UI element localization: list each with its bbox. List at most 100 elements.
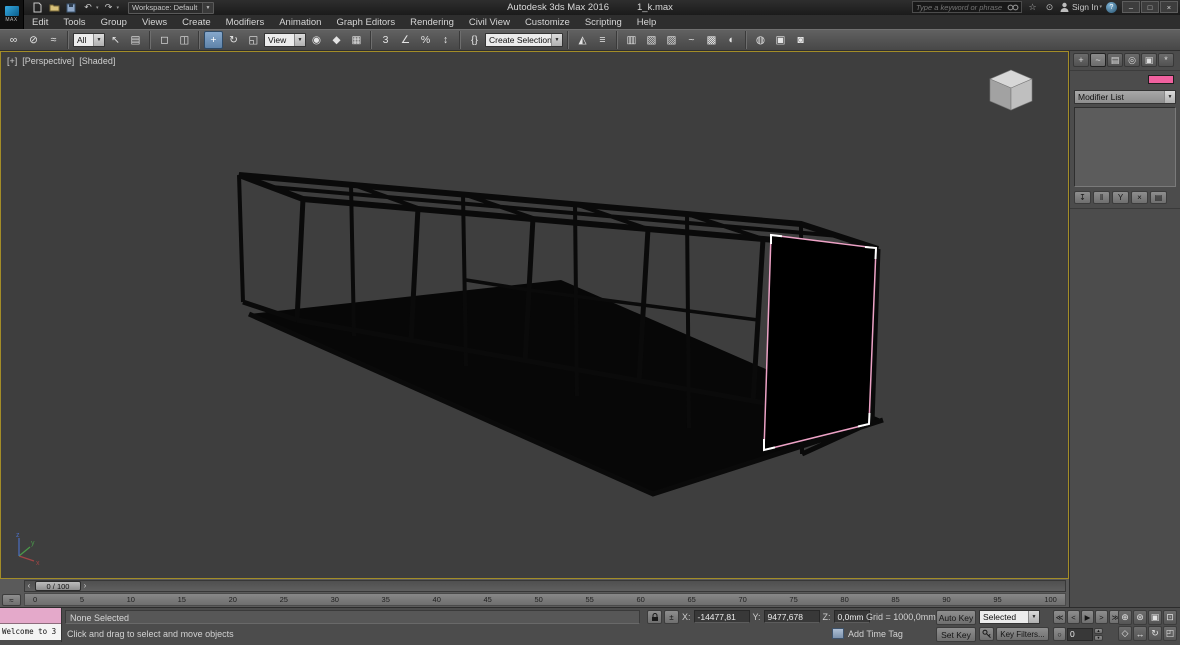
listener-pane[interactable]: Welcome to 3 bbox=[0, 624, 61, 640]
mirror-button[interactable]: ◭ bbox=[573, 31, 592, 49]
align-button[interactable]: ≡ bbox=[593, 31, 612, 49]
redo-dropdown-arrow[interactable]: ▾ bbox=[117, 5, 120, 11]
viewport-menu-pov[interactable]: [Perspective] bbox=[22, 56, 74, 66]
utilities-tab[interactable]: * bbox=[1158, 53, 1174, 67]
menu-customize[interactable]: Customize bbox=[525, 17, 570, 28]
maxscript-mini-listener[interactable]: Welcome to 3 bbox=[0, 608, 62, 642]
rendered-frame-window-button[interactable]: ▣ bbox=[771, 31, 790, 49]
macro-recorder-pane[interactable] bbox=[0, 608, 61, 624]
time-slider-prev-arrow[interactable]: ‹ bbox=[25, 581, 33, 591]
set-key-button[interactable]: Set Key bbox=[936, 627, 976, 642]
snaps-toggle-3d-button[interactable]: 3 bbox=[376, 31, 395, 49]
viewport-menu-shading[interactable]: [Shaded] bbox=[79, 56, 115, 66]
modify-tab[interactable]: ~ bbox=[1090, 53, 1106, 67]
select-and-link-button[interactable]: ∞ bbox=[4, 31, 23, 49]
menu-graph-editors[interactable]: Graph Editors bbox=[336, 17, 395, 28]
menu-views[interactable]: Views bbox=[142, 17, 167, 28]
maximize-button[interactable]: □ bbox=[1141, 1, 1159, 13]
menu-group[interactable]: Group bbox=[101, 17, 127, 28]
undo-button[interactable]: ↶ bbox=[81, 2, 95, 14]
x-coordinate-field[interactable]: -14477,81 bbox=[693, 610, 750, 623]
time-slider-track[interactable]: ‹ 0 / 100 › bbox=[24, 580, 1066, 592]
pin-stack-button[interactable]: ↧ bbox=[1074, 191, 1091, 204]
menu-create[interactable]: Create bbox=[182, 17, 211, 28]
render-production-button[interactable]: ◙ bbox=[791, 31, 810, 49]
frame-spinner-down[interactable]: ▼ bbox=[1094, 634, 1103, 641]
minimize-button[interactable]: – bbox=[1122, 1, 1140, 13]
field-of-view-button[interactable]: ◇ bbox=[1118, 626, 1132, 641]
set-key-mode-button[interactable] bbox=[979, 627, 994, 641]
select-and-move-button[interactable]: + bbox=[204, 31, 223, 49]
undo-dropdown-arrow[interactable]: ▾ bbox=[96, 5, 99, 11]
toggle-scene-explorer-button[interactable]: ▥ bbox=[622, 31, 641, 49]
open-mini-curve-editor-button[interactable]: ≈ bbox=[2, 594, 21, 606]
go-to-start-button[interactable]: ≪ bbox=[1053, 610, 1066, 624]
sign-in-button[interactable]: Sign In ▾ bbox=[1060, 2, 1102, 12]
current-frame-field[interactable] bbox=[1067, 627, 1093, 641]
select-and-manipulate-button[interactable]: ◆ bbox=[327, 31, 346, 49]
zoom-button[interactable]: ⊕ bbox=[1118, 610, 1132, 625]
time-slider-next-arrow[interactable]: › bbox=[81, 581, 89, 591]
selection-set-dropdown[interactable]: Selected ▼ bbox=[979, 610, 1040, 624]
zoom-all-button[interactable]: ⊛ bbox=[1133, 610, 1147, 625]
time-slider-handle[interactable]: 0 / 100 bbox=[35, 581, 81, 591]
remove-modifier-button[interactable]: × bbox=[1131, 191, 1148, 204]
reference-coordinate-system-dropdown[interactable]: View ▼ bbox=[264, 33, 306, 47]
maximize-viewport-toggle-button[interactable]: ◰ bbox=[1163, 626, 1177, 641]
next-frame-button[interactable]: > bbox=[1095, 610, 1108, 624]
z-coordinate-field[interactable]: 0,0mm bbox=[833, 610, 870, 623]
menu-scripting[interactable]: Scripting bbox=[585, 17, 622, 28]
show-end-result-button[interactable]: ‖ bbox=[1093, 191, 1110, 204]
y-coordinate-field[interactable]: 9477,678 bbox=[763, 610, 820, 623]
hierarchy-tab[interactable]: ▤ bbox=[1107, 53, 1123, 67]
add-time-tag[interactable]: Add Time Tag bbox=[832, 628, 903, 639]
select-and-rotate-button[interactable]: ↻ bbox=[224, 31, 243, 49]
menu-animation[interactable]: Animation bbox=[279, 17, 321, 28]
viewport-menu-general[interactable]: [+] bbox=[7, 56, 17, 66]
toggle-layer-explorer-button[interactable]: ▧ bbox=[642, 31, 661, 49]
search-input[interactable] bbox=[913, 2, 1008, 12]
play-animation-button[interactable]: ▶ bbox=[1081, 610, 1094, 624]
application-menu-button[interactable]: MAX bbox=[0, 0, 24, 29]
modifier-list-dropdown[interactable]: Modifier List ▼ bbox=[1074, 90, 1176, 104]
menu-tools[interactable]: Tools bbox=[63, 17, 85, 28]
timeline-ruler[interactable]: 0 5 10 15 20 25 30 35 40 45 50 55 60 65 70 75 80 85 90 95 10… bbox=[24, 593, 1066, 606]
help-button[interactable]: ? bbox=[1106, 1, 1117, 13]
redo-button[interactable]: ↷ bbox=[102, 2, 116, 14]
favorites-button[interactable]: ☆ bbox=[1026, 1, 1039, 13]
frame-spinner-up[interactable]: ▲ bbox=[1094, 627, 1103, 634]
selection-filter-dropdown[interactable]: All ▼ bbox=[73, 33, 105, 47]
schematic-view-button[interactable]: ▩ bbox=[702, 31, 721, 49]
keyboard-shortcut-override-button[interactable]: ▦ bbox=[347, 31, 366, 49]
select-and-scale-button[interactable]: ◱ bbox=[244, 31, 263, 49]
menu-modifiers[interactable]: Modifiers bbox=[226, 17, 265, 28]
communication-center-button[interactable]: ⊙ bbox=[1043, 1, 1056, 13]
select-object-button[interactable]: ↖ bbox=[106, 31, 125, 49]
render-setup-button[interactable]: ◍ bbox=[751, 31, 770, 49]
auto-key-button[interactable]: Auto Key bbox=[936, 610, 976, 625]
named-selection-sets-dropdown[interactable]: Create Selection Se▼ bbox=[485, 33, 563, 47]
rectangular-selection-region-button[interactable]: ◻ bbox=[155, 31, 174, 49]
unlink-selection-button[interactable]: ⊘ bbox=[24, 31, 43, 49]
bind-to-space-warp-button[interactable]: ≈ bbox=[44, 31, 63, 49]
new-scene-button[interactable] bbox=[30, 2, 44, 14]
motion-tab[interactable]: ◎ bbox=[1124, 53, 1140, 67]
search-icon[interactable] bbox=[1007, 3, 1019, 12]
percent-snap-toggle-button[interactable]: % bbox=[416, 31, 435, 49]
angle-snap-toggle-button[interactable]: ∠ bbox=[396, 31, 415, 49]
edit-named-selection-sets-button[interactable]: {} bbox=[465, 31, 484, 49]
select-by-name-button[interactable]: ▤ bbox=[126, 31, 145, 49]
create-tab[interactable]: + bbox=[1073, 53, 1089, 67]
menu-civil-view[interactable]: Civil View bbox=[469, 17, 510, 28]
configure-modifier-sets-button[interactable]: ▤ bbox=[1150, 191, 1167, 204]
use-pivot-point-center-button[interactable]: ◉ bbox=[307, 31, 326, 49]
close-button[interactable]: × bbox=[1160, 1, 1178, 13]
open-file-button[interactable] bbox=[47, 2, 61, 14]
absolute-offset-mode-toggle[interactable]: ± bbox=[664, 610, 679, 624]
modifier-stack-list[interactable] bbox=[1074, 107, 1176, 187]
window-crossing-toggle-button[interactable]: ◫ bbox=[175, 31, 194, 49]
pan-view-button[interactable]: ↔ bbox=[1133, 626, 1147, 641]
workspace-dropdown[interactable]: Workspace: Default ▼ bbox=[128, 1, 215, 14]
object-color-swatch[interactable] bbox=[1148, 75, 1174, 84]
zoom-region-button[interactable]: ⊡ bbox=[1163, 610, 1177, 625]
